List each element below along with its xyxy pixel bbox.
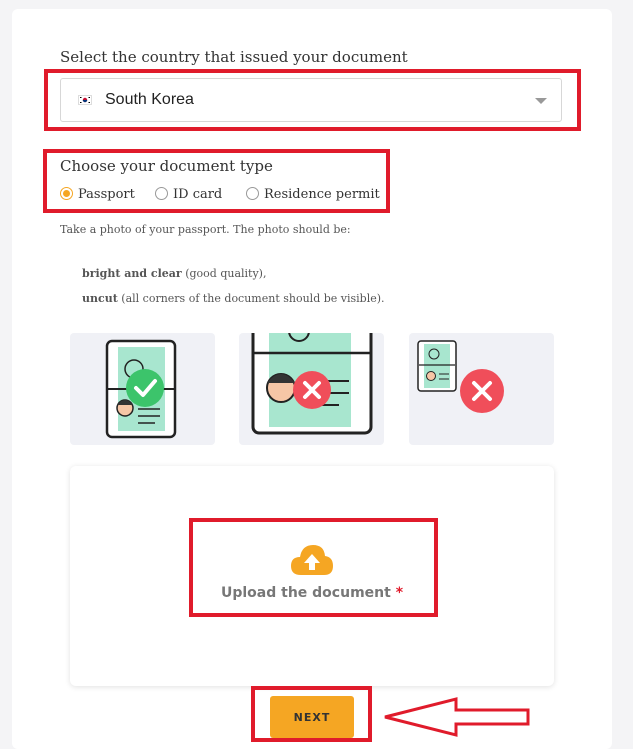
requirement-uncut-bold: uncut [82, 292, 118, 305]
highlight-box-next [251, 686, 372, 742]
requirement-quality-bold: bright and clear [82, 267, 182, 280]
pointer-arrow-icon [384, 697, 530, 737]
requirement-uncut: uncut (all corners of the document shoul… [82, 292, 385, 305]
too-far-example [409, 333, 554, 445]
too-close-example [239, 333, 384, 445]
requirement-quality-rest: (good quality), [181, 267, 267, 280]
highlight-box-upload [189, 518, 438, 617]
check-icon [126, 369, 164, 407]
requirement-quality: bright and clear (good quality), [82, 267, 266, 280]
good-photo-example [70, 333, 215, 445]
country-label: Select the country that issued your docu… [60, 48, 408, 66]
photo-instructions: Take a photo of your passport. The photo… [60, 223, 351, 236]
requirement-uncut-rest: (all corners of the document should be v… [117, 292, 385, 305]
cross-icon [460, 369, 504, 413]
highlight-box-document-type [43, 149, 390, 213]
highlight-box-country [44, 69, 581, 131]
cross-icon [293, 371, 331, 409]
